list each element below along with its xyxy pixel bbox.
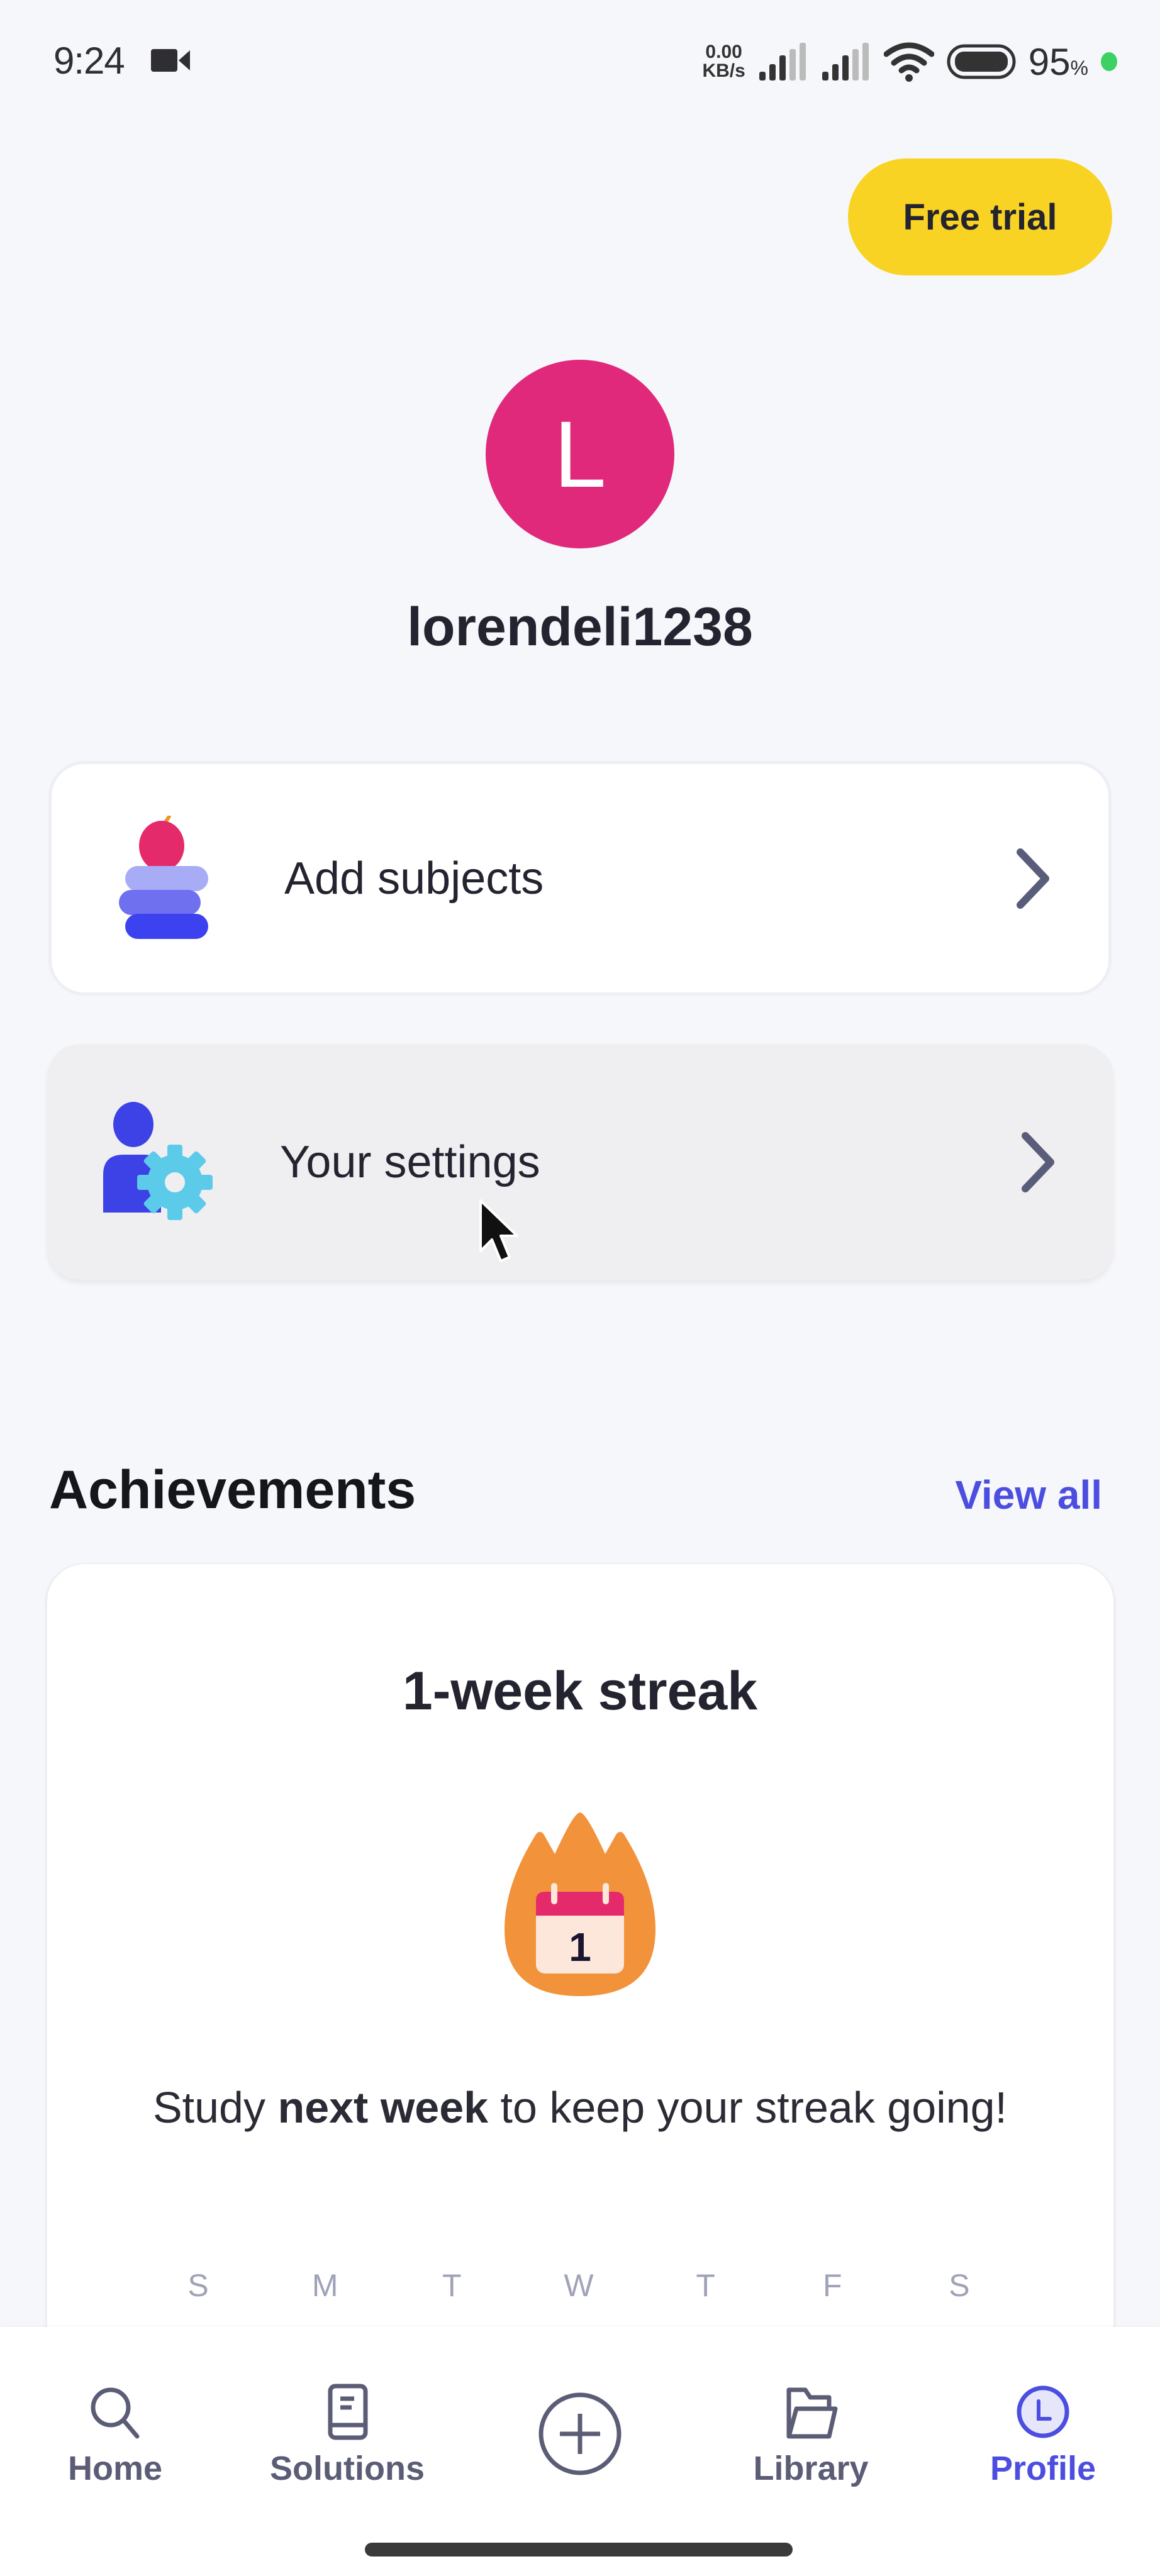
user-gear-icon <box>79 1099 236 1225</box>
mouse-cursor-icon <box>479 1199 518 1262</box>
your-settings-label: Your settings <box>280 1136 540 1187</box>
add-subjects-button[interactable]: Add subjects <box>52 764 1108 992</box>
battery-icon <box>947 44 1016 79</box>
plus-circle-icon <box>538 2392 622 2475</box>
streak-message: Study next week to keep your streak goin… <box>152 2083 1007 2132</box>
book-icon <box>328 2384 368 2440</box>
profile-avatar-icon <box>1017 2385 1069 2438</box>
network-speed: 0.00 KB/s <box>702 42 745 81</box>
wifi-icon <box>883 42 934 82</box>
signal-icon <box>759 43 806 80</box>
video-camera-icon <box>151 49 190 72</box>
nav-profile-label: Profile <box>990 2450 1096 2487</box>
avatar-initial: L <box>554 401 606 507</box>
nav-library-label: Library <box>753 2450 869 2487</box>
weekday-label: T <box>696 2268 715 2303</box>
add-subjects-label: Add subjects <box>284 853 544 904</box>
nav-solutions-label: Solutions <box>270 2450 425 2487</box>
weekday-label: S <box>949 2268 970 2303</box>
achievements-heading: Achievements <box>49 1460 416 1520</box>
nav-profile[interactable]: Profile <box>949 2384 1137 2488</box>
username: lorendeli1238 <box>407 597 753 657</box>
view-all-link[interactable]: View all <box>955 1472 1102 1518</box>
nav-library[interactable]: Library <box>717 2384 905 2488</box>
privacy-indicator-dot <box>1101 52 1117 71</box>
signal-icon <box>822 43 869 80</box>
folder-icon <box>786 2387 838 2439</box>
nav-home-label: Home <box>67 2450 163 2487</box>
nav-solutions[interactable]: Solutions <box>253 2384 442 2488</box>
weekday-label: M <box>311 2268 338 2303</box>
avatar[interactable]: L <box>486 360 674 548</box>
search-icon <box>91 2387 140 2439</box>
weekday-label: F <box>823 2268 842 2303</box>
streak-title: 1-week streak <box>402 1661 758 1721</box>
free-trial-button[interactable]: Free trial <box>848 158 1112 275</box>
your-settings-button[interactable]: Your settings <box>47 1044 1113 1280</box>
status-time: 9:24 <box>53 40 125 82</box>
weekday-label: W <box>564 2268 594 2303</box>
chevron-right-icon <box>995 848 1071 909</box>
battery-percent: 95% <box>1028 40 1088 83</box>
streak-flame-calendar-icon: 1 <box>505 1813 655 1996</box>
weekday-label: S <box>187 2268 209 2303</box>
weekday-row: S M T W T F S <box>170 2267 988 2304</box>
nav-home[interactable]: Home <box>21 2384 209 2488</box>
chevron-right-icon <box>1000 1131 1076 1192</box>
badge-number: 1 <box>569 1924 591 1970</box>
weekday-label: T <box>442 2268 462 2303</box>
status-icons: 0.00 KB/s 95% <box>702 36 1117 87</box>
home-indicator[interactable] <box>365 2543 793 2557</box>
add-button[interactable] <box>486 2390 674 2478</box>
book-stack-apple-icon <box>83 815 240 941</box>
